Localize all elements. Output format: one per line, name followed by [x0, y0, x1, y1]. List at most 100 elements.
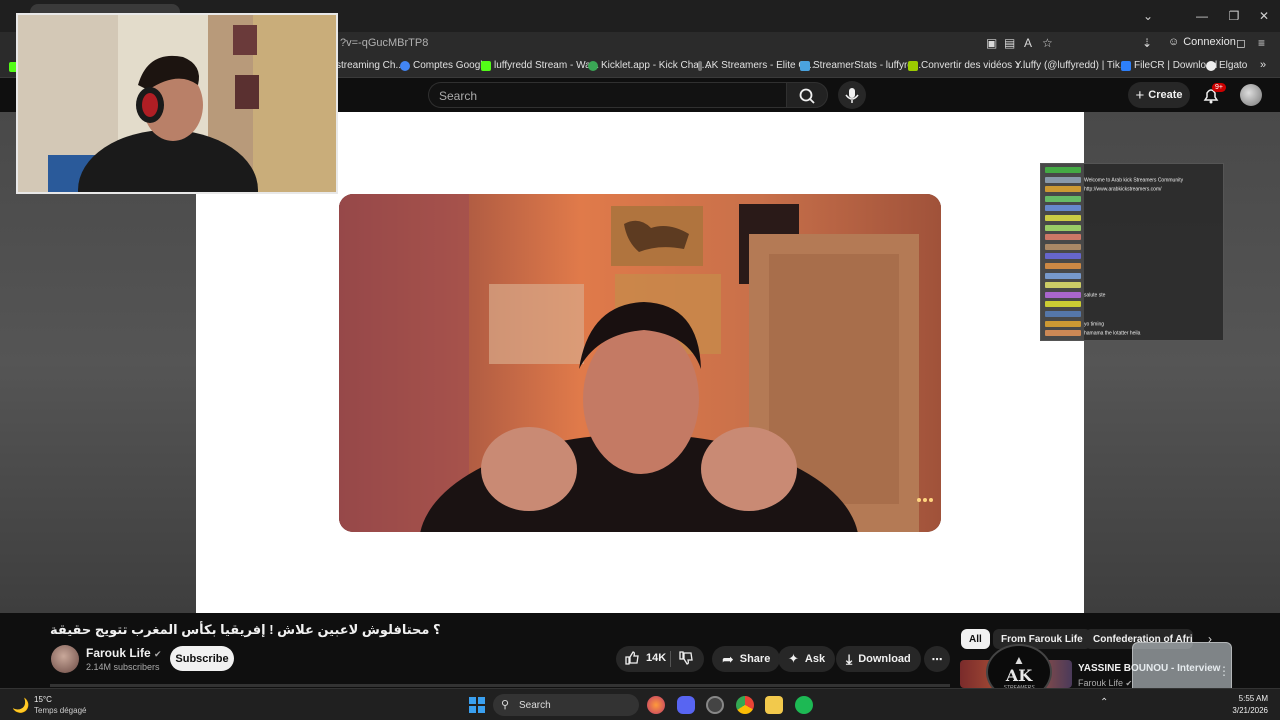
bookmark-label: Comptes Google — [413, 60, 489, 71]
taskbar-search[interactable]: ⚲ Search — [493, 694, 639, 716]
chip-all[interactable]: All — [961, 629, 990, 649]
weather-temperature: 15°C — [34, 695, 52, 704]
start-windows-icon[interactable] — [469, 697, 485, 713]
bookmark-7[interactable]: ♪ luffy (@luffyredd) | Tik... — [1015, 60, 1128, 71]
bookmark-2[interactable]: luffyredd Stream - Wa... — [481, 60, 599, 71]
clock-date[interactable]: 3/21/2026 — [1228, 706, 1268, 715]
minimize-icon[interactable]: — — [1192, 6, 1212, 26]
bookmark-label: FileCR | Download — [1134, 60, 1218, 71]
bookmark-9[interactable]: Elgato — [1206, 60, 1247, 71]
chat-username — [1045, 243, 1081, 250]
bookmark-label: Elgato — [1219, 60, 1248, 71]
url-text[interactable]: ?v=-qGucMBrTP8 — [340, 37, 428, 49]
subscriber-count: 2.14M subscribers — [86, 662, 160, 672]
chat-username — [1045, 224, 1081, 231]
converter-icon — [908, 60, 918, 71]
video-frame[interactable] — [339, 194, 941, 532]
recommendation-channel-name: Farouk Life — [1078, 678, 1124, 688]
bookmark-label: Kicklet.app - Kick Chat... — [601, 60, 710, 71]
channel-avatar[interactable] — [51, 645, 79, 673]
dislike-button[interactable] — [678, 650, 694, 669]
bookmark-label: AK Streamers - Elite G... — [705, 60, 815, 71]
search-input[interactable]: Search — [428, 82, 786, 108]
share-button[interactable]: ➦ Share — [712, 646, 781, 672]
search-icon — [799, 88, 815, 104]
chat-message: salute ste — [1045, 291, 1106, 300]
channel-name[interactable]: Farouk Life ✔ — [86, 646, 162, 660]
bookmark-8[interactable]: FileCR | Download — [1121, 60, 1217, 71]
restore-icon[interactable]: ❐ — [1224, 6, 1244, 26]
ask-button[interactable]: ✦ Ask — [778, 646, 836, 672]
recommendation-channel: Farouk Life ✔ — [1078, 678, 1132, 688]
chat-username — [1045, 330, 1081, 337]
download-icon: ⤓ — [846, 650, 853, 667]
account-avatar[interactable] — [1240, 84, 1262, 106]
google-icon — [400, 60, 410, 71]
menu-icon[interactable]: ≡ — [1258, 36, 1265, 50]
picture-in-picture-icon[interactable]: ▣ — [986, 36, 997, 50]
chat-username — [1045, 282, 1081, 289]
weather-description: Temps dégagé — [34, 706, 87, 715]
chat-text: hamama the lotatter heila — [1084, 330, 1141, 337]
bookmark-1[interactable]: Comptes Google — [400, 60, 488, 71]
download-label: Download — [858, 653, 911, 665]
chat-message — [1045, 215, 1084, 223]
chat-message — [1045, 243, 1084, 252]
create-button[interactable]: + Create — [1128, 82, 1190, 108]
ak-logo-text: AK — [1005, 665, 1033, 685]
chat-username — [1045, 253, 1081, 260]
voice-search-button[interactable] — [838, 81, 866, 109]
notification-badge: 9+ — [1212, 83, 1226, 92]
webcam-overlay — [16, 13, 338, 194]
bookmark-0[interactable]: streaming Ch... — [336, 60, 404, 71]
chat-message: http://www.arabkickstreamers.com/ — [1045, 186, 1162, 194]
moon-weather-icon[interactable]: 🌙 — [12, 697, 29, 714]
chat-username — [1045, 301, 1081, 308]
tiktok-icon: ♪ — [1015, 60, 1020, 71]
profile-icon: ☺ — [1168, 36, 1180, 48]
windows-taskbar: 🌙 15°C Temps dégagé ⚲ Search ⌃ 5:55 AM 3… — [0, 688, 1280, 720]
connexion-button[interactable]: ☺ Connexion — [1168, 36, 1236, 48]
share-arrow-icon: ➦ — [722, 650, 734, 667]
file-explorer-icon[interactable] — [765, 696, 783, 714]
webcam-image — [18, 15, 336, 192]
thumbs-up-icon — [625, 651, 639, 665]
subscribe-button[interactable]: Subscribe — [170, 646, 234, 671]
bookmark-6[interactable]: Convertir des vidéos Y... — [908, 60, 1028, 71]
more-bookmarks-icon[interactable]: » — [1260, 59, 1266, 71]
more-actions-button[interactable]: ⋯ — [924, 646, 950, 672]
install-app-icon[interactable]: ▤ — [1004, 36, 1015, 50]
bookmark-3[interactable]: Kicklet.app - Kick Chat... — [588, 60, 710, 71]
taskbar-search-icon: ⚲ — [501, 699, 510, 711]
chrome-icon[interactable] — [736, 696, 754, 714]
extensions-icon[interactable]: ◻ — [1236, 36, 1246, 50]
close-window-icon[interactable]: ✕ — [1254, 6, 1274, 26]
like-button[interactable]: 14K — [624, 650, 666, 666]
tray-chevron-icon[interactable]: ⌃ — [1100, 697, 1108, 708]
ak-icon — [698, 60, 702, 71]
chat-text: salute ste — [1084, 292, 1106, 299]
obs-icon[interactable] — [706, 696, 724, 714]
chat-username — [1045, 195, 1081, 202]
download-button[interactable]: ⤓ Download — [836, 646, 921, 672]
tab-list-chevron-icon[interactable]: ⌄ — [1138, 6, 1158, 26]
chat-message — [1045, 282, 1084, 290]
bookmark-label: luffyredd Stream - Wa... — [494, 60, 600, 71]
chat-message: yo timing — [1045, 320, 1104, 329]
progress-track[interactable] — [50, 684, 950, 687]
downloads-icon[interactable]: ⇣ — [1142, 36, 1152, 50]
firefox-icon[interactable] — [647, 696, 665, 714]
bookmark-5[interactable]: StreamerStats - luffyre... — [800, 60, 921, 71]
translate-icon[interactable]: A​ — [1024, 36, 1032, 50]
chat-message — [1045, 311, 1084, 319]
chat-username — [1045, 291, 1081, 298]
bookmark-4[interactable]: AK Streamers - Elite G... — [698, 60, 814, 71]
spotify-icon[interactable] — [795, 696, 813, 714]
bookmark-label: luffy (@luffyredd) | Tik... — [1023, 60, 1129, 71]
discord-icon[interactable] — [677, 696, 695, 714]
search-button[interactable] — [786, 82, 828, 108]
chat-text: http://www.arabkickstreamers.com/ — [1084, 186, 1162, 193]
clock-time[interactable]: 5:55 AM — [1236, 694, 1268, 703]
chat-username — [1045, 215, 1081, 221]
bookmark-star-icon[interactable]: ☆ — [1042, 36, 1053, 50]
